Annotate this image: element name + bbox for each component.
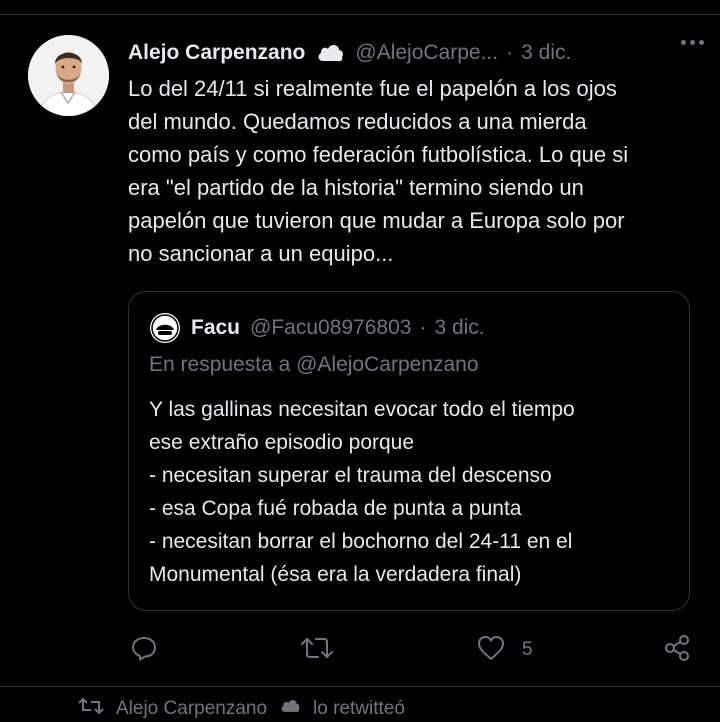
retweet-small-icon <box>78 696 104 722</box>
top-divider <box>0 14 720 15</box>
author-name[interactable]: Alejo Carpenzano <box>128 41 305 65</box>
quote-date[interactable]: 3 dic. <box>434 316 484 340</box>
reply-button[interactable] <box>130 632 158 668</box>
more-options-icon[interactable] <box>681 40 704 45</box>
reply-icon <box>130 634 158 667</box>
quote-avatar <box>149 312 181 344</box>
author-handle[interactable]: @AlejoCarpe... <box>355 41 498 65</box>
header-separator: · <box>506 41 514 64</box>
tweet-header: Alejo Carpenzano @AlejoCarpe... · 3 dic. <box>128 38 706 68</box>
quoted-tweet[interactable]: Facu @Facu08976803 · 3 dic. En respuesta… <box>128 291 690 611</box>
quote-author-name[interactable]: Facu <box>191 316 240 340</box>
share-icon <box>662 633 692 668</box>
retweeter-name[interactable]: Alejo Carpenzano <box>116 698 267 720</box>
share-button[interactable] <box>662 632 692 668</box>
cloud-icon <box>279 697 301 721</box>
tweet-text: Lo del 24/11 si realmente fue el papelón… <box>128 76 629 266</box>
cloud-icon <box>315 41 345 65</box>
quote-header: Facu @Facu08976803 · 3 dic. <box>149 312 485 344</box>
like-button[interactable]: 5 <box>476 632 533 668</box>
retweet-icon <box>300 634 334 667</box>
retweet-button[interactable] <box>300 632 334 668</box>
retweeted-by-row: Alejo Carpenzano lo retwitteó <box>78 696 405 722</box>
action-bar: 5 <box>128 632 694 668</box>
retweeted-label: lo retwitteó <box>313 698 405 719</box>
heart-icon <box>476 634 506 667</box>
like-count: 5 <box>522 639 533 660</box>
tweet-date[interactable]: 3 dic. <box>521 41 571 65</box>
bottom-divider <box>0 686 720 687</box>
quote-text: Y las gallinas necesitan evocar todo el … <box>149 398 575 586</box>
quote-author-handle[interactable]: @Facu08976803 <box>250 316 411 340</box>
quote-separator: · <box>419 316 427 339</box>
reply-to-label: En respuesta a @AlejoCarpenzano <box>149 353 479 376</box>
author-avatar[interactable] <box>28 35 109 116</box>
